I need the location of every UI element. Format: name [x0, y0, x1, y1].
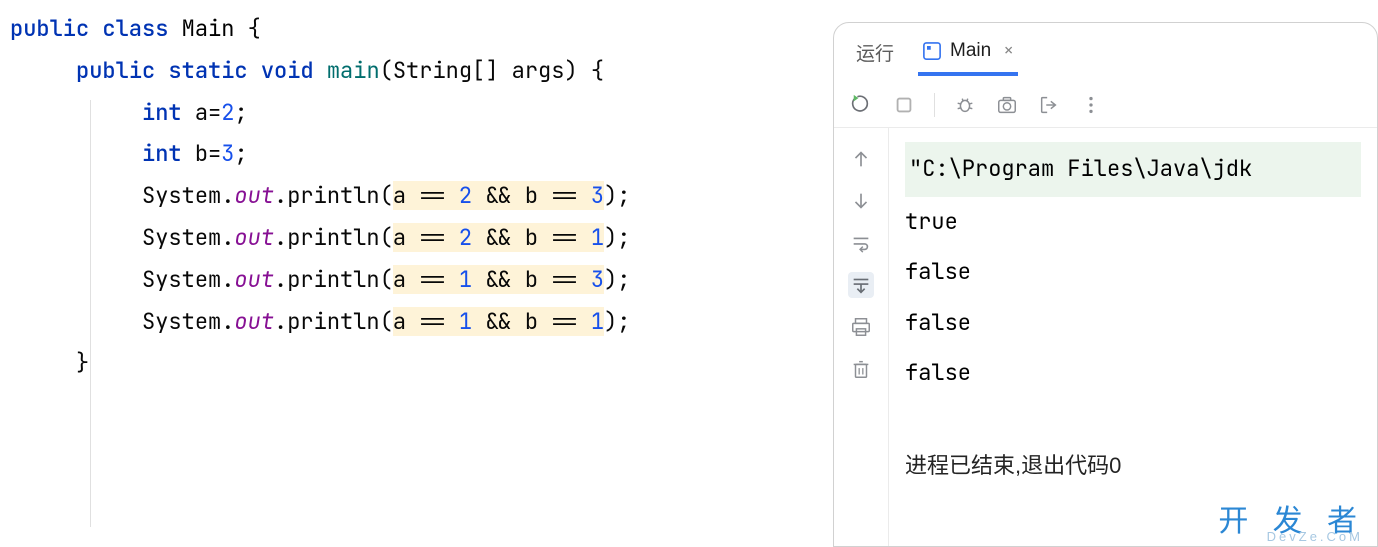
- stop-icon[interactable]: [892, 93, 916, 117]
- exit-icon[interactable]: [1037, 93, 1061, 117]
- command-line: "C:\Program Files\Java\jdk: [905, 142, 1361, 197]
- soft-wrap-icon[interactable]: [848, 230, 874, 256]
- code-line[interactable]: int b=3;: [10, 133, 823, 175]
- down-arrow-icon[interactable]: [848, 188, 874, 214]
- code-line[interactable]: System.out.println(a == 2 && b == 1);: [10, 217, 823, 259]
- application-icon: [922, 41, 942, 61]
- console-line: false: [905, 348, 1361, 399]
- code-line[interactable]: System.out.println(a == 1 && b == 3);: [10, 259, 823, 301]
- console-gutter: [834, 128, 889, 546]
- console-line: false: [905, 247, 1361, 298]
- more-icon[interactable]: [1079, 93, 1103, 117]
- code-line[interactable]: public class Main {: [10, 8, 823, 50]
- code-line[interactable]: public static void main(String[] args) {: [10, 50, 823, 92]
- debug-icon[interactable]: [953, 93, 977, 117]
- code-line[interactable]: }: [10, 342, 823, 384]
- indent-guide: [90, 100, 91, 527]
- scroll-end-icon[interactable]: [848, 272, 874, 298]
- exit-message: 进程已结束,退出代码0: [905, 441, 1361, 492]
- rerun-icon[interactable]: [850, 93, 874, 117]
- divider: [934, 93, 935, 117]
- tab-main[interactable]: Main ×: [918, 29, 1018, 76]
- run-toolbar: [834, 83, 1377, 127]
- console-line: true: [905, 197, 1361, 248]
- run-tool-window: 运行 Main ×: [833, 22, 1378, 547]
- code-line[interactable]: System.out.println(a == 1 && b == 1);: [10, 301, 823, 343]
- trash-icon[interactable]: [848, 356, 874, 382]
- close-icon[interactable]: ×: [1003, 39, 1014, 62]
- console-line: false: [905, 298, 1361, 349]
- output-area: "C:\Program Files\Java\jdk truefalsefals…: [834, 127, 1377, 546]
- run-tab[interactable]: 运行: [852, 27, 898, 78]
- watermark-sub: DevZe.CoM: [1267, 529, 1363, 544]
- code-editor[interactable]: public class Main { public static void m…: [0, 0, 833, 547]
- panel-tabs: 运行 Main ×: [834, 23, 1377, 83]
- code-line[interactable]: System.out.println(a == 2 && b == 3);: [10, 175, 823, 217]
- tab-name: Main: [950, 40, 991, 62]
- up-arrow-icon[interactable]: [848, 146, 874, 172]
- code-line[interactable]: int a=2;: [10, 92, 823, 134]
- camera-icon[interactable]: [995, 93, 1019, 117]
- print-icon[interactable]: [848, 314, 874, 340]
- console-output[interactable]: "C:\Program Files\Java\jdk truefalsefals…: [889, 128, 1377, 546]
